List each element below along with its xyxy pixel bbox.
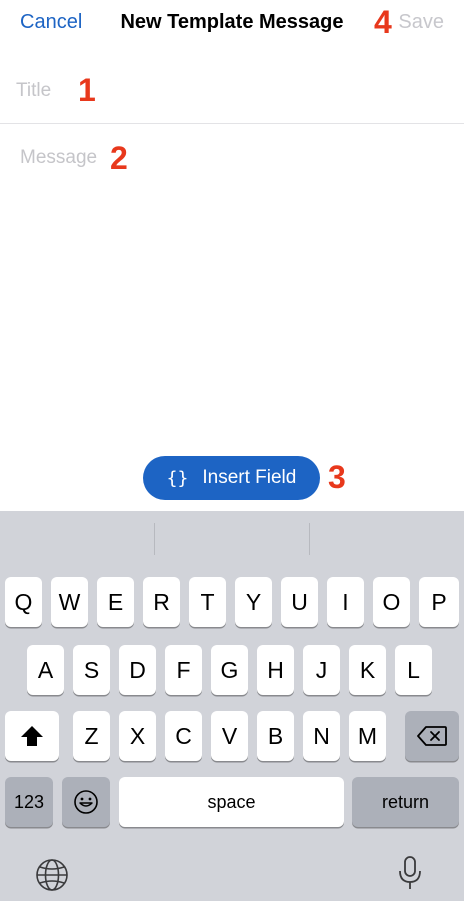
key-f[interactable]: F: [165, 645, 202, 695]
key-x[interactable]: X: [119, 711, 156, 761]
braces-icon: {}: [166, 467, 189, 489]
key-k[interactable]: K: [349, 645, 386, 695]
delete-key[interactable]: [405, 711, 459, 761]
key-d[interactable]: D: [119, 645, 156, 695]
insert-field-label: Insert Field: [202, 467, 297, 488]
numbers-key[interactable]: 123: [5, 777, 53, 827]
title-placeholder: Title: [16, 80, 52, 101]
title-field[interactable]: Title: [0, 62, 464, 124]
key-t[interactable]: T: [189, 577, 226, 627]
microphone-icon: [399, 856, 421, 889]
annotation-4: 4: [374, 4, 392, 40]
save-button[interactable]: Save: [398, 11, 444, 34]
key-s[interactable]: S: [73, 645, 110, 695]
key-g[interactable]: G: [211, 645, 248, 695]
cancel-button[interactable]: Cancel: [20, 11, 82, 34]
key-i[interactable]: I: [327, 577, 364, 627]
key-p[interactable]: P: [419, 577, 459, 627]
space-key[interactable]: space: [119, 777, 344, 827]
key-j[interactable]: J: [303, 645, 340, 695]
message-placeholder: Message: [20, 147, 98, 168]
key-b[interactable]: B: [257, 711, 294, 761]
message-field[interactable]: Message: [0, 125, 464, 445]
insert-field-button[interactable]: {} Insert Field: [143, 456, 320, 500]
shift-key[interactable]: [5, 711, 59, 761]
key-w[interactable]: W: [51, 577, 88, 627]
key-z[interactable]: Z: [73, 711, 110, 761]
emoji-key[interactable]: [62, 777, 110, 827]
key-q[interactable]: Q: [5, 577, 42, 627]
key-l[interactable]: L: [395, 645, 432, 695]
key-m[interactable]: M: [349, 711, 386, 761]
annotation-2: 2: [110, 140, 128, 176]
key-a[interactable]: A: [27, 645, 64, 695]
annotation-1: 1: [78, 72, 96, 108]
return-key[interactable]: return: [352, 777, 459, 827]
suggestion-bar: [0, 511, 464, 559]
nav-bar: New Template Message Cancel Save: [0, 0, 464, 48]
key-c[interactable]: C: [165, 711, 202, 761]
keyboard: Q W E R T Y U I O P A S D F G H J K L Z …: [0, 511, 464, 901]
globe-button[interactable]: [34, 857, 70, 898]
shift-icon: [21, 726, 43, 746]
globe-icon: [36, 859, 68, 891]
key-v[interactable]: V: [211, 711, 248, 761]
dictation-button[interactable]: [396, 855, 424, 898]
key-u[interactable]: U: [281, 577, 318, 627]
key-o[interactable]: O: [373, 577, 410, 627]
key-n[interactable]: N: [303, 711, 340, 761]
suggestion-divider: [309, 523, 310, 555]
key-r[interactable]: R: [143, 577, 180, 627]
key-e[interactable]: E: [97, 577, 134, 627]
delete-icon: [417, 726, 447, 746]
annotation-3: 3: [328, 459, 346, 495]
suggestion-divider: [154, 523, 155, 555]
emoji-icon: [74, 790, 98, 814]
key-h[interactable]: H: [257, 645, 294, 695]
key-y[interactable]: Y: [235, 577, 272, 627]
